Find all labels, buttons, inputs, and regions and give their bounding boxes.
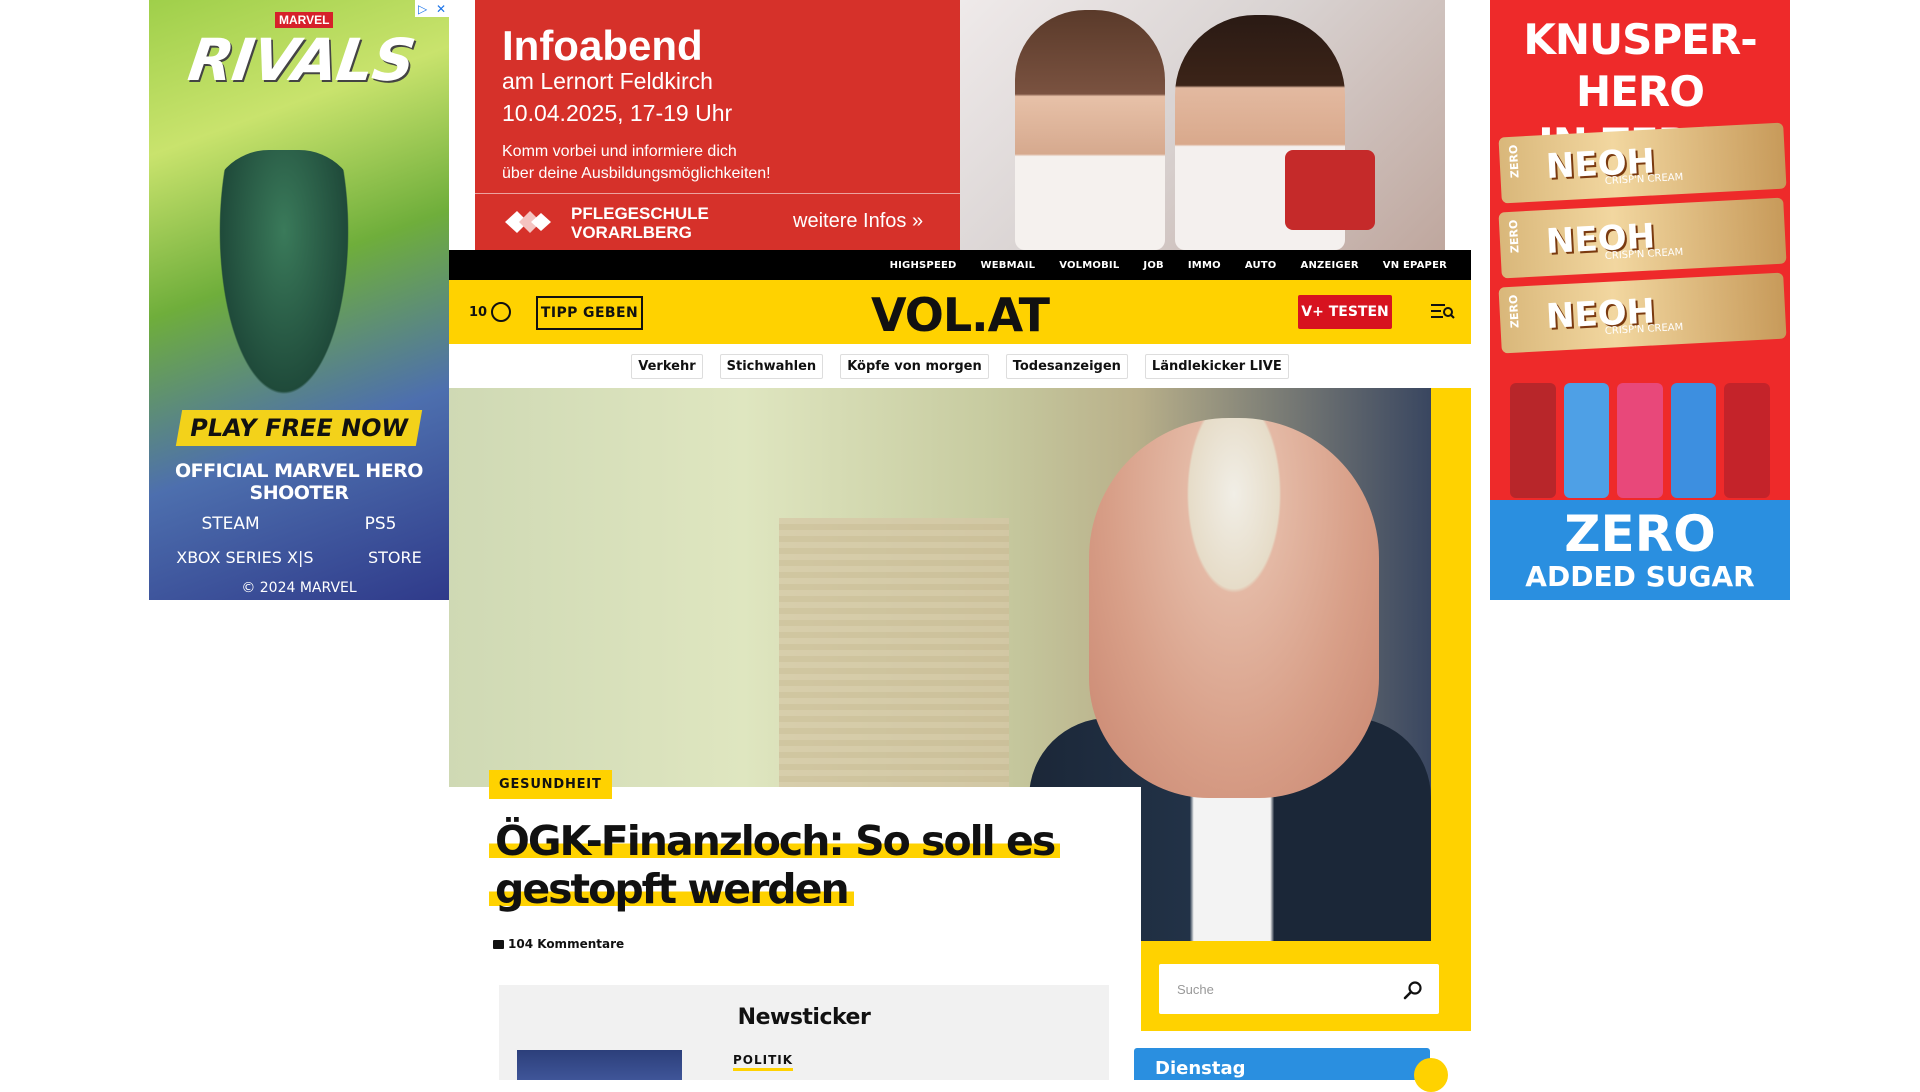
search-panel [1141,941,1471,1031]
search-icon[interactable] [1403,980,1423,1000]
newsticker: Newsticker POLITIK [499,985,1109,1080]
ad-choices[interactable]: ▷ ✕ [415,0,449,17]
more-info-link[interactable]: weitere Infos » [793,210,923,233]
school-name-line-1: PFLEGESCHULE [571,204,709,223]
search-input[interactable] [1159,964,1379,1014]
pack-image [1617,383,1663,498]
ad-left-marvel-rivals[interactable]: ▷ ✕ MARVEL RIVALS PLAY FREE NOW OFFICIAL… [149,0,449,600]
adchoices-icon[interactable]: ▷ [418,2,427,16]
pack-image [1724,383,1770,498]
close-icon[interactable]: ✕ [436,2,446,16]
platforms-row-2: XBOX SERIES X|S STORE [149,548,449,567]
topnav-immo[interactable]: IMMO [1176,260,1233,271]
pflegeschule-logo-icon [505,211,551,233]
pack-image [1563,383,1610,498]
school-name-line-2: VORARLBERG [571,223,692,242]
article-headline[interactable]: ÖGK-Finanzloch: So soll es gestopft werd… [489,817,1109,913]
steam-label: STEAM [201,514,260,534]
hero-character-image [209,150,359,420]
tag-stichwahlen[interactable]: Stichwahlen [719,353,824,379]
ad-subtitle: OFFICIAL MARVEL HERO SHOOTER [175,460,423,504]
article-category-badge[interactable]: GESUNDHEIT [489,770,612,799]
headline-line-2: gestopft werden [489,865,854,913]
ps5-label: PS5 [364,514,397,534]
product-packs-image [1510,368,1770,498]
topnav-vn-epaper[interactable]: VN EPAPER [1371,260,1459,271]
hero-side-accent [1431,388,1471,1023]
pack-image [1670,383,1717,498]
ad-divider [475,193,960,194]
ad-body-line-2: über deine Ausbildungsmöglichkeiten! [502,165,771,182]
newsticker-category[interactable]: POLITIK [733,1053,794,1071]
weather-widget[interactable]: Dienstag [1134,1048,1448,1092]
neoh-bar-2: ZERO NEOH CRISP'N CREAM [1498,197,1787,279]
play-free-button[interactable]: PLAY FREE NOW [175,410,423,446]
newsticker-thumbnail[interactable] [517,1050,682,1080]
comments-count: 104 Kommentare [508,937,625,951]
comment-icon [493,939,504,949]
ad-copyright: © 2024 MARVEL [241,580,357,596]
bar-zero-label: ZERO [1506,294,1522,329]
ad-zero: ZERO [1564,505,1716,563]
ad-right-neoh[interactable]: KNUSPER-HERO IN ZERO! ZERO NEOH CRISP'N … [1490,0,1790,600]
vplus-testen-label: V+ TESTEN [1301,304,1389,320]
ad-date: 10.04.2025, 17-19 Uhr [502,100,733,126]
topnav-volmobil[interactable]: VOLMOBIL [1047,260,1131,271]
bar-zero-label: ZERO [1506,219,1522,254]
ad-headline-line-1: KNUSPER-HERO [1523,15,1757,116]
topnav-anzeiger[interactable]: ANZEIGER [1289,260,1371,271]
trending-tags: Verkehr Stichwahlen Köpfe von morgen Tod… [449,344,1471,388]
platforms-row-1: STEAM PS5 [149,514,449,534]
neoh-bar-3: ZERO NEOH CRISP'N CREAM [1498,272,1787,354]
vplus-testen-button[interactable]: V+ TESTEN [1298,295,1392,329]
play-free-label: PLAY FREE NOW [187,414,411,442]
hero-person-head [1089,418,1379,798]
tag-todesanzeigen[interactable]: Todesanzeigen [1005,353,1128,379]
bar-zero-label: ZERO [1506,144,1522,179]
topnav-webmail[interactable]: WEBMAIL [969,260,1048,271]
device-image [1285,150,1375,230]
sun-icon [1414,1058,1448,1092]
epic-store-label: STORE [367,548,422,567]
topnav-job[interactable]: JOB [1131,260,1175,271]
topnav-auto[interactable]: AUTO [1233,260,1289,271]
tag-laendlekicker-live[interactable]: Ländlekicker LIVE [1144,353,1289,379]
xbox-label: XBOX SERIES X|S [176,548,314,567]
rivals-logo: RIVALS [184,26,419,94]
search-field [1159,964,1439,1014]
newsticker-title: Newsticker [737,1005,871,1030]
top-service-nav: HIGHSPEED WEBMAIL VOLMOBIL JOB IMMO AUTO… [449,250,1471,280]
tag-verkehr[interactable]: Verkehr [631,353,703,379]
neoh-bar-1: ZERO NEOH CRISP'N CREAM [1498,122,1787,204]
pack-image [1510,383,1556,498]
menu-search-icon[interactable] [1431,302,1455,322]
ad-added-sugar: ADDED SUGAR [1525,560,1755,593]
ad-top-pflegeschule[interactable]: Infoabend am Lernort Feldkirch 10.04.202… [475,0,1445,250]
person-left-image [1015,10,1165,250]
weather-day: Dienstag [1155,1058,1246,1079]
ad-title: Infoabend [502,22,703,69]
site-header: 10 TIPP GEBEN VOL.AT V+ TESTEN [449,280,1471,344]
headline-line-1: ÖGK-Finanzloch: So soll es [489,817,1061,865]
ad-location: am Lernort Feldkirch [502,68,713,94]
topnav-highspeed[interactable]: HIGHSPEED [878,260,969,271]
comments-link[interactable]: 104 Kommentare [493,937,624,951]
tag-koepfe-von-morgen[interactable]: Köpfe von morgen [840,353,989,379]
ad-body-line-1: Komm vorbei und informiere dich [502,143,737,160]
school-name: PFLEGESCHULE VORARLBERG [571,204,709,242]
